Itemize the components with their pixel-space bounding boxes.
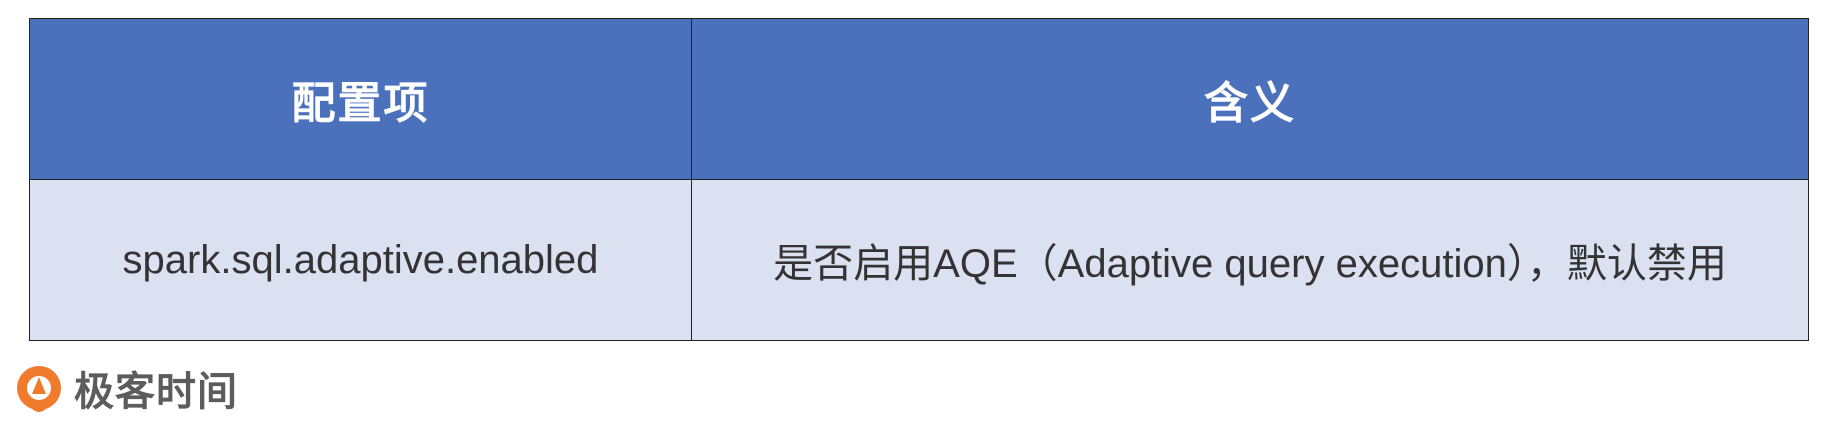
page: 配置项 含义 spark.sql.adaptive.enabled 是否启用AQ… (0, 0, 1832, 430)
brand-name: 极客时间 (74, 369, 238, 415)
geektime-logo-icon (17, 366, 61, 412)
header-meaning: 含义 (691, 18, 1809, 180)
config-table: 配置项 含义 spark.sql.adaptive.enabled 是否启用AQ… (29, 18, 1809, 341)
header-config-item: 配置项 (29, 18, 692, 180)
config-meaning-cell: 是否启用AQE（Adaptive query execution），默认禁用 (691, 179, 1809, 341)
table-row: spark.sql.adaptive.enabled 是否启用AQE（Adapt… (29, 179, 1809, 341)
config-key-cell: spark.sql.adaptive.enabled (29, 179, 692, 341)
table-header-row: 配置项 含义 (29, 18, 1809, 180)
brand-logo: 极客时间 (14, 364, 238, 420)
